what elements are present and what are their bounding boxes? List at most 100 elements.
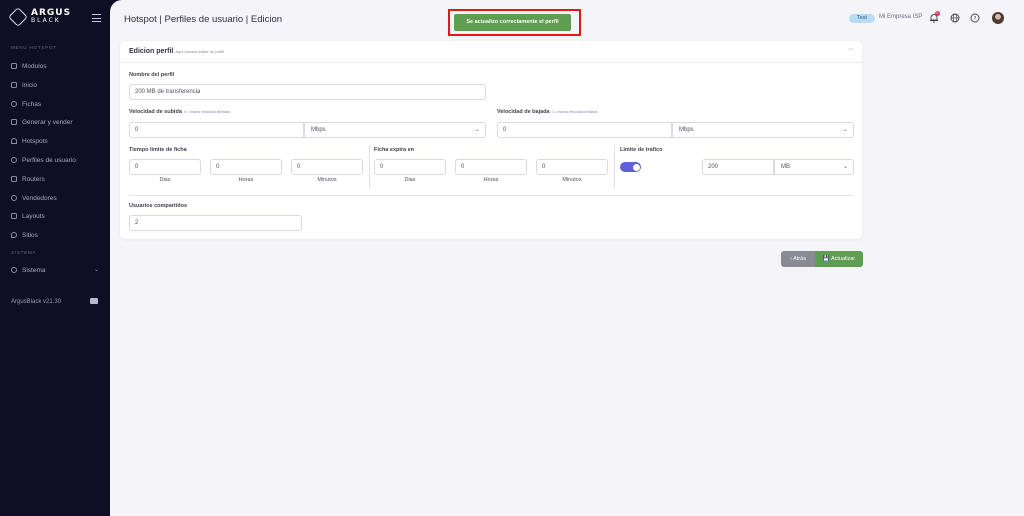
globe-icon[interactable]	[950, 13, 960, 23]
more-options-icon[interactable]: ···	[848, 46, 854, 53]
traffic-limit-label: Limite de trafico	[620, 147, 663, 153]
sidebar-item-vendedores[interactable]: Vendedores	[11, 193, 57, 203]
layout-icon	[11, 213, 17, 219]
gear-icon	[11, 267, 17, 273]
sidebar-item-sistema[interactable]: Sistema	[11, 265, 45, 275]
time-limit-label: Tiempo limite de ficha	[129, 147, 187, 153]
card-title-group: Edicion perfil Aqui puedes editar un perf…	[129, 48, 224, 55]
svg-text:?: ?	[974, 16, 977, 22]
minutes-label: Minutos	[562, 177, 582, 183]
upload-speed-hint: 0 = misma velocidad ilimitada	[183, 110, 230, 114]
sidebar-item-label: Generar y vender	[22, 118, 73, 126]
upload-unit-select[interactable]: Mbps ⌄	[304, 122, 486, 138]
menu-toggle-icon[interactable]	[92, 14, 101, 25]
sidebar-item-label: Modulos	[22, 62, 47, 70]
download-speed-hint: 0 = misma velocidad ilimitada	[551, 110, 598, 114]
users-icon	[11, 195, 17, 201]
download-speed-input[interactable]: 0	[497, 122, 672, 138]
sidebar-item-modulos[interactable]: Modulos	[11, 61, 47, 71]
display-icon[interactable]	[90, 298, 98, 304]
column-divider	[614, 145, 615, 189]
back-button[interactable]: ‹ Atrás	[781, 251, 815, 267]
card-header: Edicion perfil Aqui puedes editar un perf…	[120, 41, 862, 63]
logo-icon	[8, 7, 28, 27]
chevron-down-icon[interactable]: ⌄	[94, 266, 99, 273]
sidebar-item-label: Perfiles de usuario	[22, 156, 76, 164]
card-title: Edicion perfil	[129, 48, 174, 55]
upload-speed-label-text: Velocidad de subida	[129, 109, 182, 115]
hours-label: Horas	[238, 177, 254, 183]
expire-label: Ficha expira en	[374, 147, 415, 153]
profile-edit-card: Edicion perfil Aqui puedes editar un perf…	[120, 41, 862, 239]
traffic-limit-toggle[interactable]	[620, 162, 641, 172]
expire-days-input[interactable]: 0	[374, 159, 446, 175]
traffic-unit-select[interactable]: MB ⌄	[774, 159, 854, 175]
toast-highlight: Se actualizo correctamente el perfil	[448, 9, 581, 36]
profile-name-label: Nombre del perfil	[129, 72, 175, 78]
traffic-limit-input[interactable]: 200	[702, 159, 774, 175]
sidebar-item-sitios[interactable]: Sitios	[11, 230, 38, 240]
help-icon[interactable]: ?	[970, 13, 980, 23]
section-divider	[129, 195, 854, 196]
minutes-label: Minutos	[317, 177, 337, 183]
home-icon	[11, 82, 17, 88]
sidebar-item-label: Fichas	[22, 100, 42, 108]
chevron-down-icon: ⌄	[842, 164, 848, 170]
brand-subname: BLACK	[31, 17, 61, 24]
main-content: Hotspot | Perfiles de usuario | Edicion …	[110, 0, 1024, 516]
download-unit-select[interactable]: Mbps ⌄	[672, 122, 854, 138]
avatar[interactable]	[992, 12, 1004, 24]
sidebar-item-generar[interactable]: Generar y vender	[11, 117, 73, 127]
sidebar-item-label: Hotspots	[22, 137, 48, 145]
section-label-sistema: SISTEMA	[11, 250, 37, 255]
time-limit-hours-input[interactable]: 0	[210, 159, 282, 175]
time-limit-days-input[interactable]: 0	[129, 159, 201, 175]
grid-icon	[11, 119, 17, 125]
toggle-knob	[632, 163, 640, 171]
logo[interactable]: ARGUS BLACK	[8, 7, 72, 27]
app-version: ArgusBlack v21.30	[11, 299, 62, 305]
brand-name: ARGUS	[31, 8, 72, 18]
sidebar-item-inicio[interactable]: Inicio	[11, 80, 37, 90]
sidebar-item-label: Routers	[22, 175, 45, 183]
update-button[interactable]: 💾 Actualizar	[815, 251, 863, 267]
days-label: Dias	[159, 177, 171, 183]
upload-unit-value: Mbps	[311, 127, 326, 133]
sidebar-item-label: Layouts	[22, 212, 45, 220]
sidebar: ARGUS BLACK MENU HOTSPOT Modulos Inicio …	[0, 0, 110, 516]
download-speed-label: Velocidad de bajada 0 = misma velocidad i…	[497, 109, 597, 115]
upload-speed-label: Velocidad de subida 0 = misma velocidad i…	[129, 109, 230, 115]
traffic-unit-value: MB	[781, 164, 790, 170]
shared-users-input[interactable]: 2	[129, 215, 302, 231]
sidebar-item-hotspots[interactable]: Hotspots	[11, 136, 48, 146]
ticket-icon	[11, 101, 17, 107]
sidebar-item-perfiles[interactable]: Perfiles de usuario	[11, 155, 76, 165]
pin-icon	[11, 232, 17, 238]
shared-users-label: Usuarios compartidos	[129, 203, 188, 209]
days-label: Dias	[404, 177, 416, 183]
sidebar-item-layouts[interactable]: Layouts	[11, 211, 45, 221]
sidebar-item-label: Vendedores	[22, 194, 57, 202]
sidebar-item-fichas[interactable]: Fichas	[11, 99, 41, 109]
profile-name-input[interactable]: 200 MB de transferencia	[129, 84, 486, 100]
users-icon	[11, 157, 17, 163]
upload-speed-input[interactable]: 0	[129, 122, 304, 138]
grid-icon	[11, 63, 17, 69]
company-name[interactable]: Mi Empresa ISP	[879, 14, 922, 20]
download-unit-value: Mbps	[679, 127, 694, 133]
section-label-hotspot: MENU HOTSPOT	[11, 45, 57, 50]
time-limit-minutes-input[interactable]: 0	[291, 159, 363, 175]
expire-hours-input[interactable]: 0	[455, 159, 527, 175]
notification-count: 0	[935, 11, 940, 16]
card-subtitle: Aqui puedes editar un perfil	[175, 49, 225, 54]
sidebar-item-routers[interactable]: Routers	[11, 174, 45, 184]
wifi-icon	[11, 138, 17, 144]
environment-badge: Test	[849, 14, 875, 23]
expire-minutes-input[interactable]: 0	[536, 159, 608, 175]
sidebar-item-label: Inicio	[22, 81, 38, 89]
success-toast[interactable]: Se actualizo correctamente el perfil	[454, 14, 571, 31]
hours-label: Horas	[483, 177, 499, 183]
column-divider	[369, 145, 370, 189]
chevron-down-icon: ⌄	[842, 127, 848, 133]
sidebar-item-label: Sistema	[22, 266, 46, 274]
